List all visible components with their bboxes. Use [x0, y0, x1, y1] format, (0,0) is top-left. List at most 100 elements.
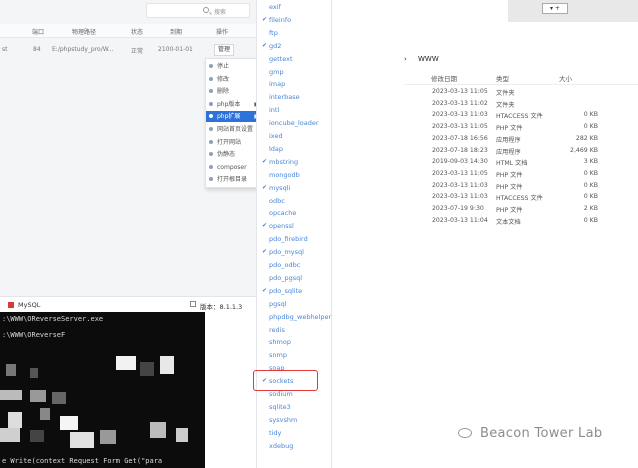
- redacted-block: [140, 362, 154, 376]
- extension-item[interactable]: mongodb: [257, 168, 333, 182]
- check-icon: ✔: [262, 248, 268, 256]
- extension-item[interactable]: ✔ pdo_sqlite: [257, 284, 333, 298]
- file-row[interactable]: 2023-07-18 16:56 应用程序 282 KB: [404, 135, 638, 146]
- context-menu-item[interactable]: php版本▶: [206, 99, 262, 110]
- extension-item[interactable]: opcache: [257, 206, 333, 220]
- file-type: PHP 文件: [496, 125, 523, 133]
- version-checkbox[interactable]: [190, 301, 196, 307]
- context-menu-item[interactable]: 网站首页设置: [206, 124, 262, 135]
- extension-name: xdebug: [269, 441, 294, 450]
- extension-item[interactable]: ✔ gd2: [257, 39, 333, 53]
- context-menu-item[interactable]: 删除: [206, 86, 262, 97]
- extension-item[interactable]: ✔ fileinfo: [257, 13, 333, 27]
- redacted-block: [116, 356, 136, 370]
- header-type[interactable]: 类型: [496, 73, 509, 83]
- extension-item[interactable]: pdo_odbc: [257, 258, 333, 272]
- header-actions: 操作: [216, 29, 229, 36]
- context-menu-item[interactable]: php扩展▶: [206, 111, 262, 123]
- extension-name: phpdbg_webhelper: [269, 312, 332, 321]
- extension-item[interactable]: sysvshm: [257, 413, 333, 427]
- extension-item[interactable]: pdo_pgsql: [257, 271, 333, 285]
- extension-item[interactable]: ✔ openssl: [257, 219, 333, 233]
- extension-name: mongodb: [269, 170, 300, 179]
- file-row[interactable]: 2023-03-13 11:05 文件夹: [404, 88, 638, 99]
- extension-item[interactable]: intl: [257, 103, 333, 117]
- extension-name: intl: [269, 106, 280, 115]
- context-menu-label: php版本: [217, 100, 241, 108]
- extension-name: gd2: [269, 41, 282, 50]
- extension-item[interactable]: interbase: [257, 90, 333, 104]
- extension-item[interactable]: exif: [257, 0, 333, 14]
- view-options-button[interactable]: ▾ +: [542, 3, 568, 14]
- sockets-highlight-box: [253, 370, 318, 391]
- context-menu-item[interactable]: 停止: [206, 61, 262, 72]
- breadcrumb-item-www[interactable]: WWW: [418, 55, 439, 63]
- extension-name: fileinfo: [269, 15, 292, 24]
- context-menu-item[interactable]: 打开根目录: [206, 174, 262, 185]
- file-size: 0 KB: [583, 181, 598, 189]
- explorer-titlebar: [508, 0, 638, 22]
- file-row[interactable]: 2023-03-13 11:05 PHP 文件 0 KB: [404, 170, 638, 181]
- menu-item-icon: [209, 177, 213, 182]
- extension-item[interactable]: gettext: [257, 52, 333, 66]
- extension-name: sqlite3: [269, 402, 291, 411]
- extension-item[interactable]: ✔ pdo_mysql: [257, 245, 333, 259]
- extension-item[interactable]: pdo_firebird: [257, 232, 333, 246]
- manage-button[interactable]: 管理: [214, 44, 234, 56]
- file-date: 2023-03-13 11:03: [432, 111, 488, 119]
- file-row[interactable]: 2023-07-19 9:30 PHP 文件 2 KB: [404, 205, 638, 216]
- extension-name: ixed: [269, 132, 283, 140]
- header-status: 状态: [131, 29, 144, 36]
- extension-item[interactable]: snmp: [257, 348, 333, 362]
- mysql-service-bar: MySQL 版本：8.1.1.3: [0, 296, 256, 312]
- extension-item[interactable]: ✔ mysqli: [257, 181, 333, 195]
- extension-item[interactable]: imap: [257, 77, 333, 91]
- extension-item[interactable]: ixed: [257, 129, 333, 143]
- redacted-block: [176, 428, 188, 442]
- file-row[interactable]: 2023-03-13 11:02 文件夹: [404, 100, 638, 111]
- file-row[interactable]: 2019-09-03 14:30 HTML 文档 3 KB: [404, 158, 638, 169]
- redacted-block: [60, 416, 78, 430]
- file-date: 2023-03-13 11:03: [432, 181, 488, 189]
- context-menu-item[interactable]: 伪静态: [206, 149, 262, 160]
- extension-item[interactable]: redis: [257, 323, 333, 337]
- check-icon: ✔: [262, 183, 268, 191]
- extension-item[interactable]: tidy: [257, 426, 333, 440]
- extension-item[interactable]: xdebug: [257, 439, 333, 453]
- extension-item[interactable]: phpdbg_webhelper: [257, 310, 333, 324]
- extension-item[interactable]: gmp: [257, 65, 333, 79]
- extension-item[interactable]: pgsql: [257, 297, 333, 311]
- file-type: 文本文档: [496, 218, 521, 226]
- file-row[interactable]: 2023-03-13 11:03 HTACCESS 文件 0 KB: [404, 193, 638, 204]
- extension-item[interactable]: ldap: [257, 142, 333, 156]
- header-modified[interactable]: 修改日期: [431, 73, 457, 83]
- console-window: :\WWW\OReverseServer.exe :\WWW\OReverseF…: [0, 312, 205, 468]
- extension-item[interactable]: ioncube_loader: [257, 116, 333, 130]
- file-size: 2 KB: [583, 205, 598, 212]
- context-menu-item[interactable]: 修改: [206, 74, 262, 85]
- extension-item[interactable]: ftp: [257, 26, 333, 40]
- menu-item-icon: [209, 127, 213, 131]
- extension-item[interactable]: sqlite3: [257, 400, 333, 414]
- mysql-version: 版本：8.1.1.3: [200, 303, 243, 311]
- file-row[interactable]: 2023-03-13 11:03 HTACCESS 文件 0 KB: [404, 111, 638, 122]
- extension-item[interactable]: ✔ mbstring: [257, 155, 333, 169]
- context-menu-item[interactable]: composer: [206, 162, 262, 173]
- console-line: :\WWW\OReverseF: [2, 331, 66, 339]
- redacted-block: [6, 364, 16, 376]
- extension-name: shmop: [269, 338, 291, 347]
- file-type: 文件夹: [496, 90, 515, 97]
- redacted-block: [0, 390, 22, 400]
- watermark-text: Beacon Tower Lab: [480, 426, 603, 441]
- extension-item[interactable]: shmop: [257, 335, 333, 349]
- file-row[interactable]: 2023-07-18 18:23 应用程序 2,469 KB: [404, 147, 638, 158]
- search-input[interactable]: 搜索: [146, 3, 250, 18]
- extension-item[interactable]: odbc: [257, 194, 333, 208]
- extension-name: pdo_pgsql: [269, 273, 303, 282]
- header-size[interactable]: 大小: [559, 73, 572, 83]
- context-menu-item[interactable]: 打开网站: [206, 137, 262, 148]
- file-row[interactable]: 2023-03-13 11:05 PHP 文件 0 KB: [404, 123, 638, 134]
- file-row[interactable]: 2023-03-13 11:03 PHP 文件 0 KB: [404, 182, 638, 193]
- file-date: 2023-07-19 9:30: [432, 205, 484, 212]
- file-row[interactable]: 2023-03-13 11:04 文本文档 0 KB: [404, 217, 638, 228]
